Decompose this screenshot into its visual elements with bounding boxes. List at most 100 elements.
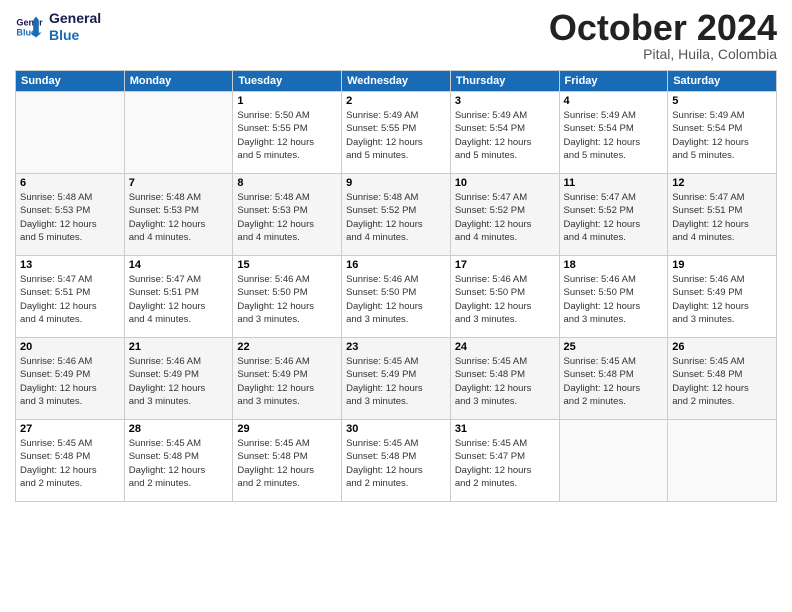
day-info: Sunrise: 5:47 AMSunset: 5:51 PMDaylight:… — [672, 191, 772, 244]
day-number: 8 — [237, 177, 337, 189]
day-info: Sunrise: 5:45 AMSunset: 5:48 PMDaylight:… — [237, 437, 337, 490]
header-friday: Friday — [559, 71, 668, 92]
day-info: Sunrise: 5:45 AMSunset: 5:48 PMDaylight:… — [564, 355, 664, 408]
day-info: Sunrise: 5:46 AMSunset: 5:50 PMDaylight:… — [564, 273, 664, 326]
page: General Blue General Blue October 2024 P… — [0, 0, 792, 612]
table-row: 4Sunrise: 5:49 AMSunset: 5:54 PMDaylight… — [559, 92, 668, 174]
day-number: 22 — [237, 341, 337, 353]
day-info: Sunrise: 5:46 AMSunset: 5:49 PMDaylight:… — [20, 355, 120, 408]
title-area: October 2024 Pital, Huila, Colombia — [549, 10, 777, 62]
table-row: 28 Sunrise: 5:45 AMSunset: 5:48 PMDayligh… — [124, 420, 233, 502]
header-saturday: Saturday — [668, 71, 777, 92]
day-number: 25 — [564, 341, 664, 353]
table-row: 26Sunrise: 5:45 AMSunset: 5:48 PMDayligh… — [668, 338, 777, 420]
table-row: 12 Sunrise: 5:47 AMSunset: 5:51 PMDayligh… — [668, 174, 777, 256]
day-info: Sunrise: 5:46 AMSunset: 5:49 PMDaylight:… — [672, 273, 772, 326]
day-info: Sunrise: 5:47 AMSunset: 5:52 PMDaylight:… — [564, 191, 664, 244]
day-number: 21 — [129, 341, 229, 353]
day-info: Sunrise: 5:47 AMSunset: 5:51 PMDaylight:… — [129, 273, 229, 326]
table-row: 23 Sunrise: 5:45 AMSunset: 5:49 PMDayligh… — [342, 338, 451, 420]
day-number: 23 — [346, 341, 446, 353]
table-row: 15Sunrise: 5:46 AMSunset: 5:50 PMDayligh… — [233, 256, 342, 338]
table-row: 24 Sunrise: 5:45 AMSunset: 5:48 PMDayligh… — [450, 338, 559, 420]
day-number: 27 — [20, 423, 120, 435]
header-tuesday: Tuesday — [233, 71, 342, 92]
day-info: Sunrise: 5:45 AMSunset: 5:49 PMDaylight:… — [346, 355, 446, 408]
header: General Blue General Blue October 2024 P… — [15, 10, 777, 62]
logo: General Blue General Blue — [15, 10, 101, 44]
table-row: 6 Sunrise: 5:48 AMSunset: 5:53 PMDaylight… — [16, 174, 125, 256]
day-number: 11 — [564, 177, 664, 189]
table-row: 10 Sunrise: 5:47 AMSunset: 5:52 PMDayligh… — [450, 174, 559, 256]
calendar-header-row: Sunday Monday Tuesday Wednesday Thursday… — [16, 71, 777, 92]
day-number: 6 — [20, 177, 120, 189]
day-info: Sunrise: 5:48 AMSunset: 5:53 PMDaylight:… — [20, 191, 120, 244]
table-row: 11 Sunrise: 5:47 AMSunset: 5:52 PMDayligh… — [559, 174, 668, 256]
day-number: 19 — [672, 259, 772, 271]
table-row — [124, 92, 233, 174]
day-info: Sunrise: 5:45 AMSunset: 5:48 PMDaylight:… — [455, 355, 555, 408]
day-number: 31 — [455, 423, 555, 435]
day-info: Sunrise: 5:47 AMSunset: 5:52 PMDaylight:… — [455, 191, 555, 244]
day-number: 18 — [564, 259, 664, 271]
calendar-week-1: 1 Sunrise: 5:50 AMSunset: 5:55 PMDaylight… — [16, 92, 777, 174]
month-title: October 2024 — [549, 10, 777, 46]
table-row: 30Sunrise: 5:45 AMSunset: 5:48 PMDayligh… — [342, 420, 451, 502]
table-row: 1 Sunrise: 5:50 AMSunset: 5:55 PMDaylight… — [233, 92, 342, 174]
day-number: 17 — [455, 259, 555, 271]
day-number: 7 — [129, 177, 229, 189]
day-info: Sunrise: 5:50 AMSunset: 5:55 PMDaylight:… — [237, 109, 337, 162]
header-monday: Monday — [124, 71, 233, 92]
day-number: 14 — [129, 259, 229, 271]
day-number: 28 — [129, 423, 229, 435]
day-info: Sunrise: 5:48 AMSunset: 5:53 PMDaylight:… — [237, 191, 337, 244]
svg-text:General: General — [16, 17, 43, 27]
day-info: Sunrise: 5:48 AMSunset: 5:52 PMDaylight:… — [346, 191, 446, 244]
day-info: Sunrise: 5:45 AMSunset: 5:47 PMDaylight:… — [455, 437, 555, 490]
header-sunday: Sunday — [16, 71, 125, 92]
day-number: 20 — [20, 341, 120, 353]
table-row — [16, 92, 125, 174]
day-info: Sunrise: 5:49 AMSunset: 5:54 PMDaylight:… — [455, 109, 555, 162]
day-info: Sunrise: 5:46 AMSunset: 5:49 PMDaylight:… — [129, 355, 229, 408]
day-number: 9 — [346, 177, 446, 189]
day-info: Sunrise: 5:46 AMSunset: 5:50 PMDaylight:… — [346, 273, 446, 326]
logo-text-blue: Blue — [49, 27, 101, 44]
day-info: Sunrise: 5:45 AMSunset: 5:48 PMDaylight:… — [20, 437, 120, 490]
day-info: Sunrise: 5:46 AMSunset: 5:50 PMDaylight:… — [237, 273, 337, 326]
day-number: 10 — [455, 177, 555, 189]
header-wednesday: Wednesday — [342, 71, 451, 92]
calendar-table: Sunday Monday Tuesday Wednesday Thursday… — [15, 70, 777, 502]
table-row: 9 Sunrise: 5:48 AMSunset: 5:52 PMDaylight… — [342, 174, 451, 256]
day-number: 12 — [672, 177, 772, 189]
location-subtitle: Pital, Huila, Colombia — [549, 46, 777, 62]
day-number: 30 — [346, 423, 446, 435]
day-number: 5 — [672, 95, 772, 107]
generalblue-logo-icon: General Blue — [15, 13, 43, 41]
day-info: Sunrise: 5:49 AMSunset: 5:55 PMDaylight:… — [346, 109, 446, 162]
table-row: 2 Sunrise: 5:49 AMSunset: 5:55 PMDaylight… — [342, 92, 451, 174]
calendar-week-3: 13 Sunrise: 5:47 AMSunset: 5:51 PMDayligh… — [16, 256, 777, 338]
table-row: 29Sunrise: 5:45 AMSunset: 5:48 PMDayligh… — [233, 420, 342, 502]
day-info: Sunrise: 5:49 AMSunset: 5:54 PMDaylight:… — [564, 109, 664, 162]
day-number: 3 — [455, 95, 555, 107]
day-info: Sunrise: 5:48 AMSunset: 5:53 PMDaylight:… — [129, 191, 229, 244]
table-row: 7 Sunrise: 5:48 AMSunset: 5:53 PMDaylight… — [124, 174, 233, 256]
table-row: 3 Sunrise: 5:49 AMSunset: 5:54 PMDaylight… — [450, 92, 559, 174]
day-info: Sunrise: 5:46 AMSunset: 5:49 PMDaylight:… — [237, 355, 337, 408]
day-number: 24 — [455, 341, 555, 353]
table-row: 22 Sunrise: 5:46 AMSunset: 5:49 PMDayligh… — [233, 338, 342, 420]
table-row: 19 Sunrise: 5:46 AMSunset: 5:49 PMDayligh… — [668, 256, 777, 338]
day-number: 1 — [237, 95, 337, 107]
table-row: 14 Sunrise: 5:47 AMSunset: 5:51 PMDayligh… — [124, 256, 233, 338]
table-row: 31 Sunrise: 5:45 AMSunset: 5:47 PMDayligh… — [450, 420, 559, 502]
day-info: Sunrise: 5:45 AMSunset: 5:48 PMDaylight:… — [129, 437, 229, 490]
table-row — [668, 420, 777, 502]
table-row: 18 Sunrise: 5:46 AMSunset: 5:50 PMDayligh… — [559, 256, 668, 338]
day-info: Sunrise: 5:47 AMSunset: 5:51 PMDaylight:… — [20, 273, 120, 326]
table-row: 8 Sunrise: 5:48 AMSunset: 5:53 PMDaylight… — [233, 174, 342, 256]
day-number: 16 — [346, 259, 446, 271]
svg-text:Blue: Blue — [16, 27, 36, 37]
day-number: 13 — [20, 259, 120, 271]
day-number: 2 — [346, 95, 446, 107]
